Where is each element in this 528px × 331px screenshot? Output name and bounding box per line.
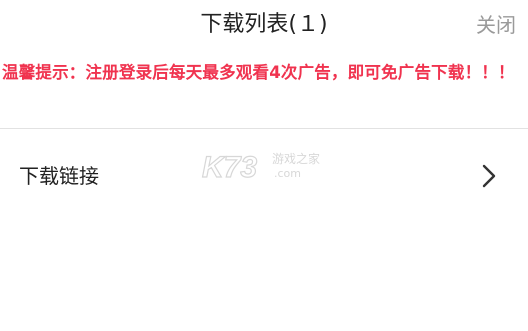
k73-watermark-logo: K73 游戏之家 .com bbox=[201, 150, 320, 183]
sheet-header: 下载列表(１) 关闭 bbox=[0, 0, 528, 50]
download-sheet: 下载列表(１) 关闭 温馨提示：注册登录后每天最多观看4次广告，即可免广告下载！… bbox=[0, 0, 528, 331]
warm-tip-notice: 温馨提示：注册登录后每天最多观看4次广告，即可免广告下载！！！ bbox=[2, 63, 515, 82]
divider bbox=[0, 128, 528, 129]
page-title: 下载列表(１) bbox=[200, 12, 328, 37]
list-item-label: 下载链接 bbox=[19, 164, 99, 188]
watermark-domain: .com bbox=[274, 167, 301, 180]
close-button[interactable]: 关闭 bbox=[476, 11, 516, 39]
watermark-site-name: 游戏之家 bbox=[272, 151, 320, 166]
chevron-right-icon bbox=[482, 164, 496, 188]
watermark-logo-text: K73 bbox=[202, 151, 257, 183]
